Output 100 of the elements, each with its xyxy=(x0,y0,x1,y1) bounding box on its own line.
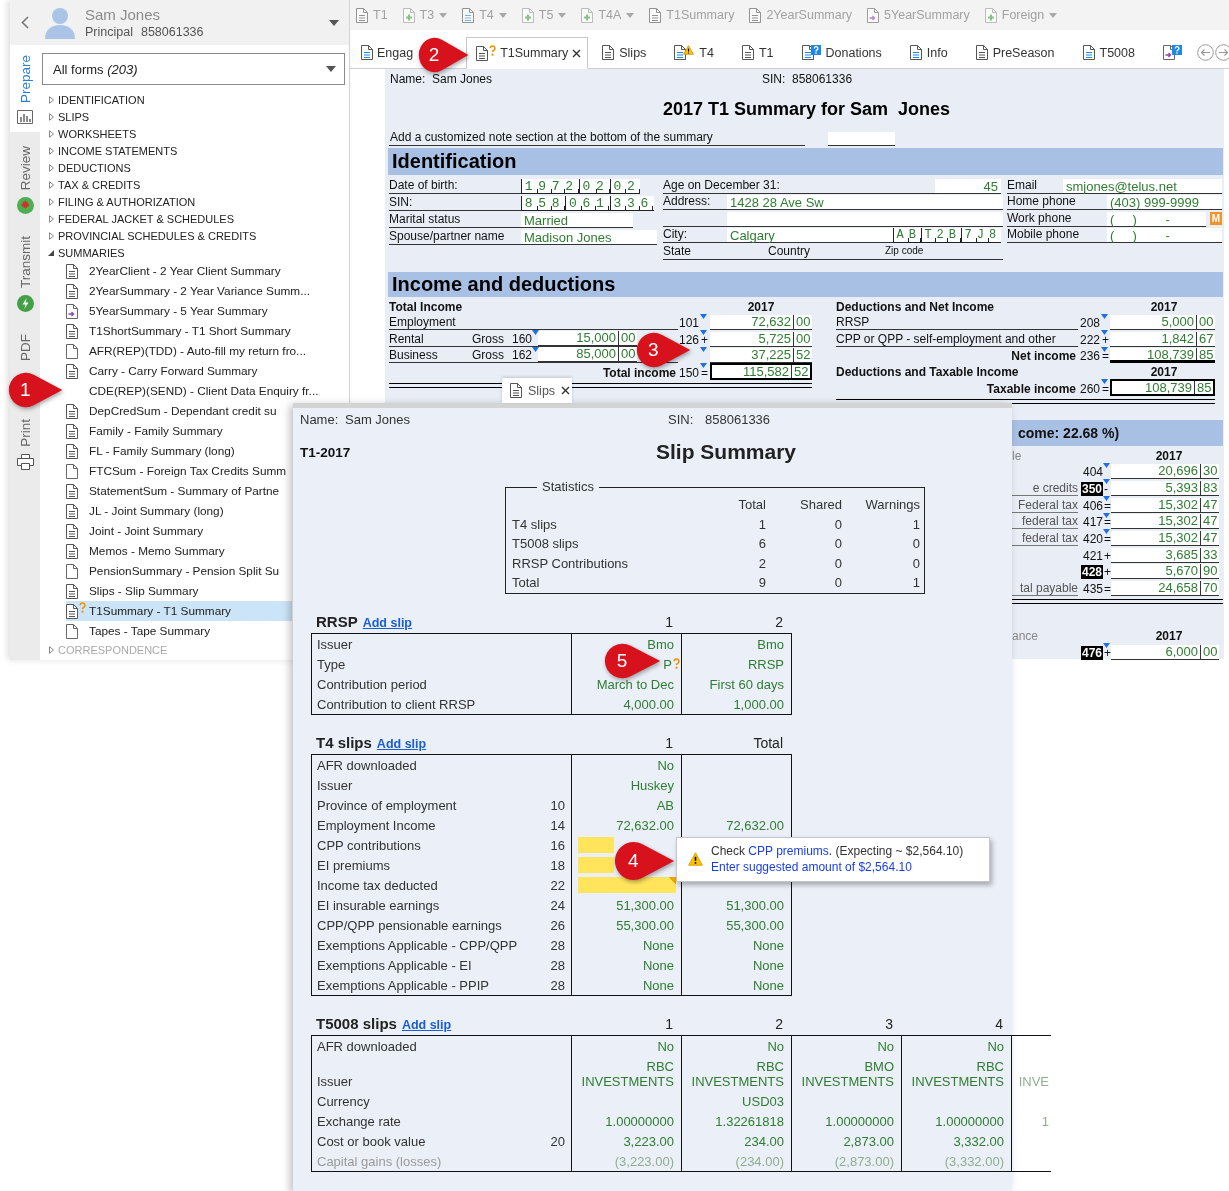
tree-item[interactable]: PensionSummary - Pension Split Su xyxy=(66,561,292,581)
caret-down-icon[interactable] xyxy=(329,19,339,26)
missing-value-field[interactable] xyxy=(578,856,614,873)
text-field[interactable]: smjones@telus.net xyxy=(1063,178,1222,194)
document-tab[interactable]: Slips xyxy=(502,378,572,403)
tree-item[interactable]: AFR(REP)(TDD) - Auto-fill my return fro... xyxy=(66,341,310,361)
note-field[interactable] xyxy=(828,132,895,146)
collapse-arrow-icon[interactable] xyxy=(48,249,54,256)
amount-field[interactable]: 15,302 47 xyxy=(1111,497,1219,513)
tree-item[interactable]: 2YearClient - 2 Year Client Summary xyxy=(66,261,292,281)
side-tab[interactable]: PDF xyxy=(10,324,40,370)
tree-item[interactable]: DepCredSum - Dependant credit su xyxy=(66,401,292,421)
expand-arrow-icon[interactable] xyxy=(48,95,54,104)
amount-field[interactable]: 85,000 00 xyxy=(538,347,637,362)
amount-field[interactable]: 108,739 85 xyxy=(1110,379,1215,396)
tree-item[interactable]: Tapes - Tape Summary xyxy=(66,621,292,641)
amount-field[interactable]: 15,302 47 xyxy=(1111,514,1219,530)
tree-item[interactable]: Memos - Memo Summary xyxy=(66,541,292,561)
tree-item[interactable]: StatementSum - Summary of Partne xyxy=(66,481,292,501)
tree-item[interactable]: WORKSHEETS xyxy=(42,125,143,142)
expand-arrow-icon[interactable] xyxy=(48,129,54,138)
amount-field[interactable]: 15,000 00 xyxy=(538,330,637,346)
side-tab[interactable]: Review xyxy=(10,136,40,223)
amount-field[interactable]: 1,842 67 xyxy=(1110,331,1215,347)
forward-arrow-icon[interactable] xyxy=(1215,43,1229,61)
amount-field[interactable]: 6,000 00 xyxy=(1111,644,1219,660)
side-tab[interactable]: Print xyxy=(10,409,40,479)
tree-item[interactable]: Family - Family Summary xyxy=(66,421,292,441)
tree-item[interactable]: Carry - Carry Forward Summary xyxy=(66,361,292,381)
text-field[interactable]: ( ) - xyxy=(1107,228,1222,243)
text-field[interactable]: 45 xyxy=(935,178,1001,194)
tree-item[interactable]: PROVINCIAL SCHEDULES & CREDITS xyxy=(42,227,263,244)
document-tab[interactable]: Engag xyxy=(350,37,415,68)
text-field[interactable]: ( ) - xyxy=(1107,211,1206,227)
amount-field[interactable]: 20,696 30 xyxy=(1111,464,1219,480)
expand-arrow-icon[interactable] xyxy=(48,180,54,189)
add-slip-link[interactable]: Add slip xyxy=(362,615,412,630)
missing-value-field[interactable] xyxy=(578,876,676,893)
tree-item[interactable]: Joint - Joint Summary xyxy=(66,521,292,541)
expand-arrow-icon[interactable] xyxy=(48,214,54,223)
tree-item[interactable]: FL - Family Summary (long) xyxy=(66,441,292,461)
side-tab[interactable]: Transmit xyxy=(10,226,40,321)
tree-item[interactable]: T1ShortSummary - T1 Short Summary xyxy=(66,321,295,341)
close-icon[interactable] xyxy=(561,386,571,395)
digit-field[interactable]: 858 xyxy=(521,196,566,211)
digit-field[interactable]: 1972 xyxy=(521,179,579,194)
digit-field[interactable]: 02 xyxy=(609,179,641,194)
document-tab[interactable]: T4 xyxy=(660,37,728,68)
missing-value-field[interactable] xyxy=(578,836,614,853)
tree-item[interactable]: SUMMARIES xyxy=(42,244,131,261)
tree-item[interactable]: Slips - Slip Summary xyxy=(66,581,292,601)
expand-arrow-icon[interactable] xyxy=(48,231,54,240)
document-tab[interactable]: T1Summary xyxy=(466,37,589,69)
tree-item[interactable]: CDE(REP)(SEND) - Client Data Enquiry fr... xyxy=(66,381,323,401)
tree-item[interactable]: 5YearSummary - 5 Year Summary xyxy=(66,301,292,321)
tree-item[interactable]: T1Summary - T1 Summary xyxy=(66,601,292,621)
document-tab[interactable]: Slips xyxy=(588,37,661,68)
text-field[interactable]: 1428 28 Ave Sw xyxy=(727,195,1003,210)
document-tab[interactable]: PreSeason xyxy=(961,37,1069,68)
tree-item[interactable]: FILING & AUTHORIZATION xyxy=(42,193,202,210)
text-field[interactable]: (403) 999-9999 xyxy=(1107,195,1222,210)
tree-item[interactable]: FTCSum - Foreign Tax Credits Summ xyxy=(66,461,292,481)
amount-field[interactable]: 5,670 90 xyxy=(1111,564,1219,580)
amount-field[interactable]: 3,685 33 xyxy=(1111,547,1219,563)
suggested-amount-link[interactable]: Enter suggested amount of $2,564.10 xyxy=(711,859,912,875)
amount-field[interactable]: 5,393 83 xyxy=(1111,480,1219,496)
document-tab[interactable]: Info xyxy=(895,37,962,68)
amount-field[interactable]: 37,225 52 xyxy=(710,348,812,363)
tree-item[interactable]: DEDUCTIONS xyxy=(42,159,137,176)
amount-field[interactable]: 108,739 85 xyxy=(1110,348,1215,363)
forms-dropdown[interactable]: All forms (203) xyxy=(42,53,345,85)
amount-field[interactable]: 5,725 00 xyxy=(710,331,812,347)
amount-field[interactable]: 115,582 52 xyxy=(710,363,812,380)
tree-item[interactable]: FEDERAL JACKET & SCHEDULES xyxy=(42,210,241,227)
close-icon[interactable] xyxy=(572,48,582,58)
document-tab[interactable]: Donations xyxy=(787,37,896,68)
tree-item[interactable]: INCOME STATEMENTS xyxy=(42,142,184,159)
expand-arrow-icon[interactable] xyxy=(48,112,54,121)
cpp-premiums-link[interactable]: CPP premiums xyxy=(748,844,829,858)
digit-field[interactable]: 061 xyxy=(565,196,610,211)
digit-field[interactable]: 02 xyxy=(578,179,610,194)
document-tab[interactable]: T1 xyxy=(727,37,788,68)
tree-item[interactable]: JL - Joint Summary (long) xyxy=(66,501,292,521)
text-field[interactable] xyxy=(727,211,1003,227)
add-slip-link[interactable]: Add slip xyxy=(401,1017,452,1032)
expand-arrow-icon[interactable] xyxy=(48,197,54,206)
amount-field[interactable]: 24,658 70 xyxy=(1111,581,1219,596)
postal-code-field[interactable]: 7J8 xyxy=(961,228,1002,243)
text-field[interactable]: Madison Jones xyxy=(521,230,657,245)
text-field[interactable]: Calgary xyxy=(727,228,893,243)
amount-field[interactable]: 72,632 00 xyxy=(710,315,812,330)
tree-item[interactable]: IDENTIFICATION xyxy=(42,91,151,108)
postal-code-field[interactable]: T2B xyxy=(920,228,961,243)
expand-arrow-icon[interactable] xyxy=(48,146,54,155)
side-tab[interactable]: Prepare xyxy=(10,45,40,133)
tree-item[interactable]: SLIPS xyxy=(42,108,96,125)
tree-item[interactable]: 2YearSummary - 2 Year Variance Summ... xyxy=(66,281,314,301)
postal-code-field[interactable]: AB xyxy=(893,228,921,243)
document-tab[interactable]: T5008 xyxy=(1068,37,1149,68)
expand-arrow-icon[interactable] xyxy=(48,163,54,172)
